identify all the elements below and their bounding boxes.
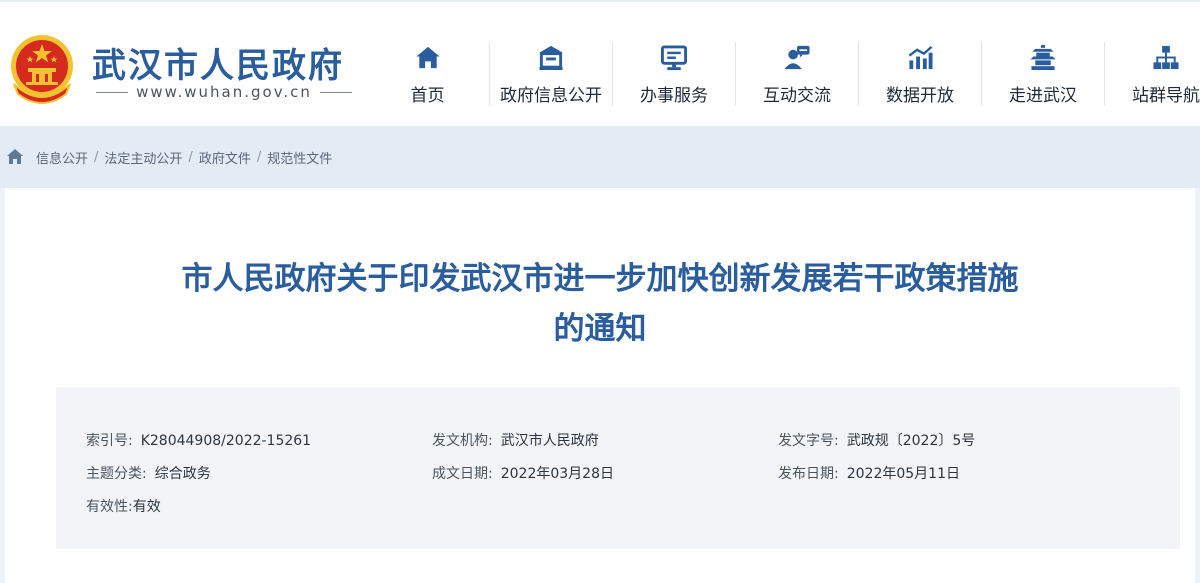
breadcrumb-item[interactable]: 政府文件	[199, 148, 251, 167]
nav-item-interaction[interactable]: 互动交流	[735, 42, 858, 106]
nav-item-gov-info[interactable]: 政府信息公开	[489, 42, 612, 106]
article-title: 市人民政府关于印发武汉市进一步加快创新发展若干政策措施 的通知	[45, 254, 1155, 354]
nav-label: 政府信息公开	[500, 86, 602, 106]
nav-label: 首页	[410, 86, 445, 106]
meta-value: 有效	[132, 499, 161, 515]
building-icon	[539, 45, 563, 71]
sitemap-icon	[1153, 45, 1179, 70]
meta-index: 索引号: K28044908/2022-15261	[86, 430, 311, 450]
meta-label: 主题分类:	[86, 466, 147, 482]
article-title-line: 市人民政府关于印发武汉市进一步加快创新发展若干政策措施	[181, 261, 1019, 297]
home-icon[interactable]	[6, 148, 24, 166]
meta-label: 发文机构:	[432, 433, 493, 449]
pagoda-icon	[1030, 44, 1056, 71]
breadcrumb-item[interactable]: 信息公开	[36, 148, 88, 167]
meta-value: 2022年05月11日	[846, 466, 960, 482]
meta-label: 成文日期:	[432, 466, 493, 482]
nav-label: 互动交流	[763, 86, 831, 106]
breadcrumb-item[interactable]: 法定主动公开	[104, 148, 182, 167]
meta-topic: 主题分类: 综合政务	[86, 463, 211, 483]
nav-item-services[interactable]: 办事服务	[612, 42, 735, 106]
nav-item-home[interactable]: 首页	[366, 42, 489, 106]
meta-label: 发布日期:	[778, 466, 839, 482]
meta-issuer: 发文机构: 武汉市人民政府	[432, 430, 599, 450]
breadcrumb-separator: /	[256, 149, 262, 165]
breadcrumb-item[interactable]: 规范性文件	[267, 148, 332, 167]
meta-value: K28044908/2022-15261	[140, 433, 312, 449]
breadcrumb-separator: /	[188, 149, 193, 165]
nav-item-about-wuhan[interactable]: 走进武汉	[981, 42, 1104, 106]
meta-label: 索引号:	[86, 433, 133, 449]
main-nav: 首页 政府信息公开 办事服务 互动交流 数据开放 走进武汉 站群导航	[366, 42, 1200, 106]
nav-label: 数据开放	[886, 86, 954, 106]
meta-date-written: 成文日期: 2022年03月28日	[432, 463, 614, 483]
nav-item-open-data[interactable]: 数据开放	[858, 42, 981, 106]
chat-user-icon	[784, 45, 810, 70]
article-container: 市人民政府关于印发武汉市进一步加快创新发展若干政策措施 的通知 索引号: K280…	[5, 188, 1195, 583]
divider	[96, 91, 129, 93]
meta-label: 发文字号:	[778, 433, 839, 449]
nav-item-site-group[interactable]: 站群导航	[1104, 42, 1200, 106]
breadcrumb-separator: /	[94, 149, 99, 165]
meta-value: 综合政务	[154, 466, 211, 482]
site-header: 武汉市人民政府 www.wuhan.gov.cn 首页 政府信息公开 办事服务 …	[0, 0, 1200, 126]
meta-value: 武政规〔2022〕5号	[846, 433, 976, 449]
document-metadata: 索引号: K28044908/2022-15261 发文机构: 武汉市人民政府 发文…	[56, 387, 1180, 549]
meta-value: 2022年03月28日	[500, 466, 614, 482]
monitor-icon	[660, 45, 688, 71]
nav-label: 站群导航	[1132, 86, 1200, 106]
national-emblem-icon[interactable]	[6, 32, 78, 106]
meta-value: 武汉市人民政府	[500, 433, 599, 449]
article-title-line: 的通知	[553, 311, 647, 347]
meta-validity: 有效性:有效	[86, 496, 161, 516]
chart-icon	[908, 45, 933, 70]
home-icon	[415, 46, 440, 69]
breadcrumb: 信息公开 / 法定主动公开 / 政府文件 / 规范性文件	[0, 126, 1200, 188]
meta-label: 有效性:	[86, 499, 133, 515]
site-url: www.wuhan.gov.cn	[136, 83, 312, 101]
site-url-row: www.wuhan.gov.cn	[96, 82, 353, 102]
divider	[319, 91, 353, 93]
meta-doc-number: 发文字号: 武政规〔2022〕5号	[778, 430, 975, 450]
nav-label: 办事服务	[640, 86, 708, 106]
site-name[interactable]: 武汉市人民政府	[92, 38, 344, 87]
meta-date-published: 发布日期: 2022年05月11日	[778, 463, 960, 483]
nav-label: 走进武汉	[1009, 86, 1077, 106]
